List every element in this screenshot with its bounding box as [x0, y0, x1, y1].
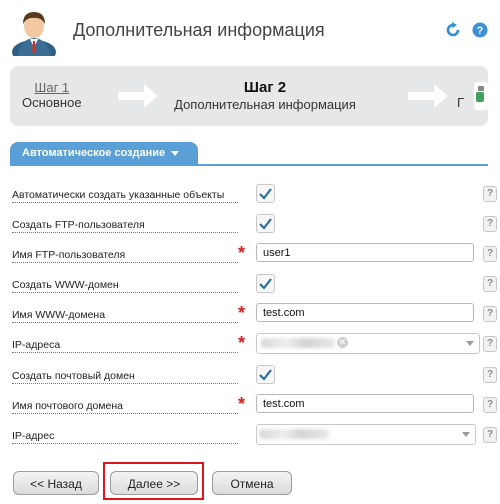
checkmark-icon [259, 369, 272, 381]
required-mark: * [238, 303, 246, 323]
refresh-icon[interactable] [445, 22, 461, 38]
step-1-number[interactable]: Шаг 1 [22, 80, 82, 95]
help-icon[interactable]: ? [472, 22, 488, 38]
help-button[interactable]: ? [483, 306, 497, 322]
row-create-www: Создать WWW-домен ? [0, 270, 500, 298]
step-2-number: Шаг 2 [243, 79, 287, 96]
create-mail-checkbox[interactable] [256, 365, 275, 384]
ip-value-blurred [259, 429, 329, 439]
dropdown-arrow-icon [466, 341, 474, 346]
www-domain-input[interactable]: test.com [256, 303, 474, 322]
field-label: IP-адреса [12, 338, 238, 353]
cancel-button[interactable]: Отмена [212, 471, 292, 495]
checkmark-icon [259, 188, 272, 200]
arrow-right-icon [408, 84, 448, 108]
ip-chip-blurred [261, 338, 335, 348]
tab-auto-create[interactable]: Автоматическое создание [10, 142, 198, 164]
row-mail-domain: Имя почтового домена * test.com ? [0, 391, 500, 419]
chevron-down-icon [171, 150, 180, 156]
required-mark: * [238, 243, 246, 263]
svg-text:?: ? [477, 25, 484, 37]
row-ip-addresses: IP-адреса * ✕ ? [0, 330, 500, 358]
field-label: Имя WWW-домена [12, 308, 238, 323]
back-button[interactable]: << Назад [13, 471, 99, 495]
row-ftp-user: Имя FTP-пользователя * user1 ? [0, 240, 500, 268]
next-button-highlight [103, 462, 204, 500]
remove-chip-icon[interactable]: ✕ [337, 337, 348, 348]
field-label: Создать почтовый домен [12, 369, 238, 384]
help-button[interactable]: ? [483, 367, 497, 383]
row-create-ftp: Создать FTP-пользователя ? [0, 210, 500, 238]
row-create-mail: Создать почтовый домен ? [0, 361, 500, 389]
help-button[interactable]: ? [483, 336, 497, 352]
help-button[interactable]: ? [483, 186, 497, 202]
row-ip-address: IP-адрес ? [0, 421, 500, 449]
tab-auto-create-label: Автоматическое создание [22, 147, 166, 159]
create-www-checkbox[interactable] [256, 274, 275, 293]
step-2-name: Дополнительная информация [174, 97, 356, 112]
row-www-domain: Имя WWW-домена * test.com ? [0, 300, 500, 328]
ftp-user-input[interactable]: user1 [256, 243, 474, 262]
checkmark-icon [259, 278, 272, 290]
help-button[interactable]: ? [483, 276, 497, 292]
step-1-name: Основное [22, 95, 82, 110]
create-ftp-checkbox[interactable] [256, 214, 275, 233]
field-label: Имя FTP-пользователя [12, 248, 238, 263]
help-button[interactable]: ? [483, 216, 497, 232]
ip-addresses-select[interactable]: ✕ [256, 333, 480, 354]
wizard-steps: Шаг 1 Основное Шаг 2 Дополнительная инфо… [10, 66, 488, 126]
help-button[interactable]: ? [483, 397, 497, 413]
wizard-step-1[interactable]: Шаг 1 Основное [22, 80, 82, 110]
page-title: Дополнительная информация [73, 20, 325, 40]
required-mark: * [238, 333, 246, 353]
checkmark-icon [259, 218, 272, 230]
ip-address-select[interactable] [256, 424, 476, 445]
auto-create-checkbox[interactable] [256, 184, 275, 203]
field-label: Автоматически создать указанные объекты [12, 188, 238, 203]
dropdown-arrow-icon [462, 432, 470, 437]
mail-domain-input[interactable]: test.com [256, 394, 474, 413]
required-mark: * [238, 394, 246, 414]
row-auto-create: Автоматически создать указанные объекты … [0, 180, 500, 208]
field-label: Создать FTP-пользователя [12, 218, 238, 233]
field-label: IP-адрес [12, 429, 238, 444]
field-label: Создать WWW-домен [12, 278, 238, 293]
help-button[interactable]: ? [483, 427, 497, 443]
wizard-scroll-icon [474, 82, 488, 110]
section-divider [10, 164, 488, 166]
wizard-step-2-current: Шаг 2 Дополнительная информация [170, 79, 360, 112]
field-label: Имя почтового домена [12, 399, 238, 414]
user-avatar-icon [12, 12, 56, 56]
wizard-step-3-partial: Г [457, 95, 465, 110]
header: Дополнительная информация ? [0, 0, 500, 62]
help-button[interactable]: ? [483, 246, 497, 262]
arrow-right-icon [118, 84, 158, 108]
